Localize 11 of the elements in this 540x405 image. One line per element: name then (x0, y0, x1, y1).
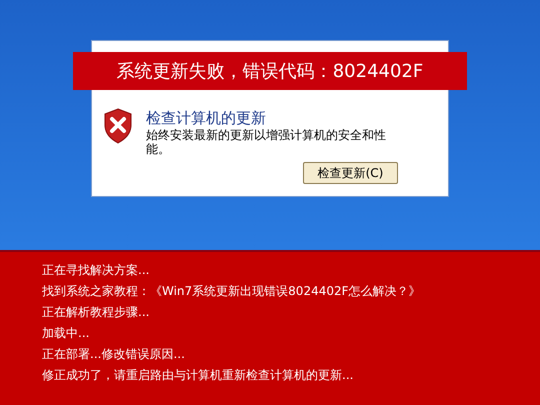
log-line: 正在寻找解决方案... (42, 262, 150, 278)
check-updates-button[interactable]: 检查更新(C) (303, 162, 398, 184)
banner-title: 系统更新失败，错误代码：8024402F (116, 60, 424, 84)
log-line: 修正成功了，请重启路由与计算机重新检查计算机的更新... (42, 367, 354, 383)
log-line: 正在部署...修改错误原因... (42, 346, 186, 362)
log-line: 加载中... (42, 325, 90, 341)
log-line: 找到系统之家教程：《Win7系统更新出现错误8024402F怎么解决？》 (42, 283, 422, 299)
dialog-heading: 检查计算机的更新 (146, 108, 267, 128)
shield-error-icon (104, 108, 132, 144)
log-line: 正在解析教程步骤... (42, 304, 150, 320)
dialog-description: 始终安装最新的更新以增强计算机的安全和性能。 (146, 128, 387, 156)
